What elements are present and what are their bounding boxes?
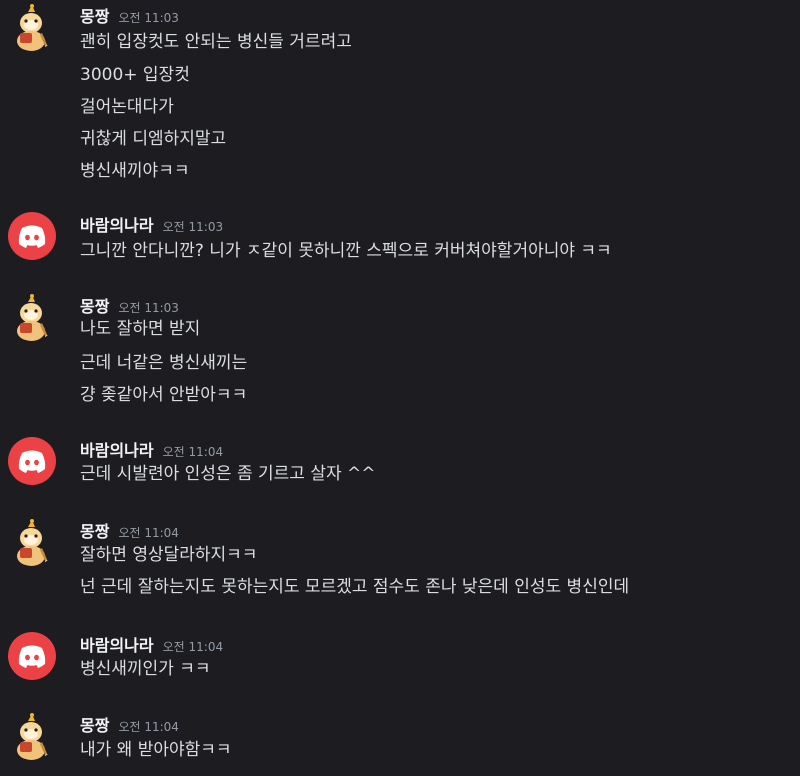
message-text: 걸어논대다가 <box>80 97 174 117</box>
message-group: 몽짱 오전 11:04 내가 왜 받아야함ㅋㅋ <box>0 712 800 772</box>
timestamp[interactable]: 오전 11:03 <box>163 213 223 241</box>
message-header: 바람의나라 오전 11:03 <box>80 212 223 240</box>
discord-logo-icon[interactable] <box>8 632 56 680</box>
hamster-avatar-icon[interactable] <box>8 293 56 341</box>
message-header: 바람의나라 오전 11:04 <box>80 632 223 660</box>
message-header: 몽짱 오전 11:03 <box>80 3 179 31</box>
message-text: 근데 시발련아 인성은 좀 기르고 살자 ^^ <box>80 464 376 484</box>
message-text: 3000+ 입장컷 <box>80 65 190 85</box>
message-group: 몽짱 오전 11:03 괜히 입장컷도 안되는 병신들 거르려고 3000+ 입… <box>0 3 800 183</box>
discord-logo-icon[interactable] <box>8 437 56 485</box>
message-header: 몽짱 오전 11:04 <box>80 518 179 546</box>
message-text: 병신새끼인가 ㅋㅋ <box>80 659 211 679</box>
message-text: 그니깐 안다니깐? 니가 ㅈ같이 못하니깐 스펙으로 커버쳐야할거아니야 ㅋㅋ <box>80 241 612 261</box>
message-text: 넌 근데 잘하는지도 못하는지도 모르겠고 점수도 존나 낮은데 인성도 병신인… <box>80 577 630 597</box>
timestamp[interactable]: 오전 11:04 <box>118 713 178 741</box>
username[interactable]: 몽짱 <box>80 3 109 31</box>
username[interactable]: 바람의나라 <box>80 212 154 240</box>
message-text: 괜히 입장컷도 안되는 병신들 거르려고 <box>80 32 352 52</box>
message-text: 근데 너같은 병신새끼는 <box>80 353 248 373</box>
message-text: 내가 왜 받아야함ㅋㅋ <box>80 740 232 760</box>
message-group: 몽짱 오전 11:04 잘하면 영상달라하지ㅋㅋ 넌 근데 잘하는지도 못하는지… <box>0 518 800 602</box>
message-text: 나도 잘하면 받지 <box>80 319 201 339</box>
chat-message-list: 몽짱 오전 11:03 괜히 입장컷도 안되는 병신들 거르려고 3000+ 입… <box>0 0 800 776</box>
message-group: 몽짱 오전 11:03 나도 잘하면 받지 근데 너같은 병신새끼는 걍 좆같아… <box>0 293 800 408</box>
timestamp[interactable]: 오전 11:03 <box>118 4 178 32</box>
username[interactable]: 바람의나라 <box>80 437 154 465</box>
username[interactable]: 몽짱 <box>80 712 109 740</box>
hamster-avatar-icon[interactable] <box>8 712 56 760</box>
username[interactable]: 몽짱 <box>80 518 109 546</box>
username[interactable]: 바람의나라 <box>80 632 154 660</box>
message-text: 걍 좆같아서 안받아ㅋㅋ <box>80 385 248 405</box>
message-group: 바람의나라 오전 11:04 근데 시발련아 인성은 좀 기르고 살자 ^^ <box>0 437 800 493</box>
hamster-avatar-icon[interactable] <box>8 518 56 566</box>
message-group: 바람의나라 오전 11:04 병신새끼인가 ㅋㅋ <box>0 632 800 688</box>
message-header: 몽짱 오전 11:04 <box>80 712 179 740</box>
message-text: 잘하면 영상달라하지ㅋㅋ <box>80 545 258 565</box>
message-text: 귀찮게 디엠하지말고 <box>80 129 227 149</box>
message-header: 바람의나라 오전 11:04 <box>80 437 223 465</box>
discord-logo-icon[interactable] <box>8 212 56 260</box>
hamster-avatar-icon[interactable] <box>8 3 56 51</box>
message-text: 병신새끼야ㅋㅋ <box>80 161 190 181</box>
message-group: 바람의나라 오전 11:03 그니깐 안다니깐? 니가 ㅈ같이 못하니깐 스펙으… <box>0 212 800 268</box>
